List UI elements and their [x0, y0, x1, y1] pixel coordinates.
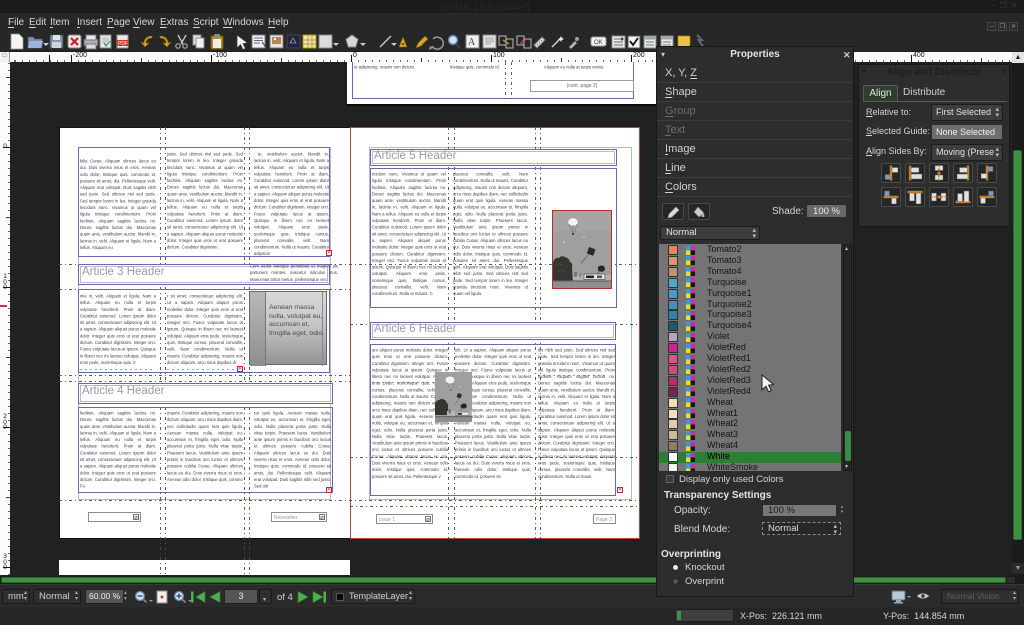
svg-text:PDF: PDF — [118, 41, 128, 47]
svg-text:OK: OK — [594, 40, 603, 46]
svg-text:A: A — [468, 37, 476, 48]
